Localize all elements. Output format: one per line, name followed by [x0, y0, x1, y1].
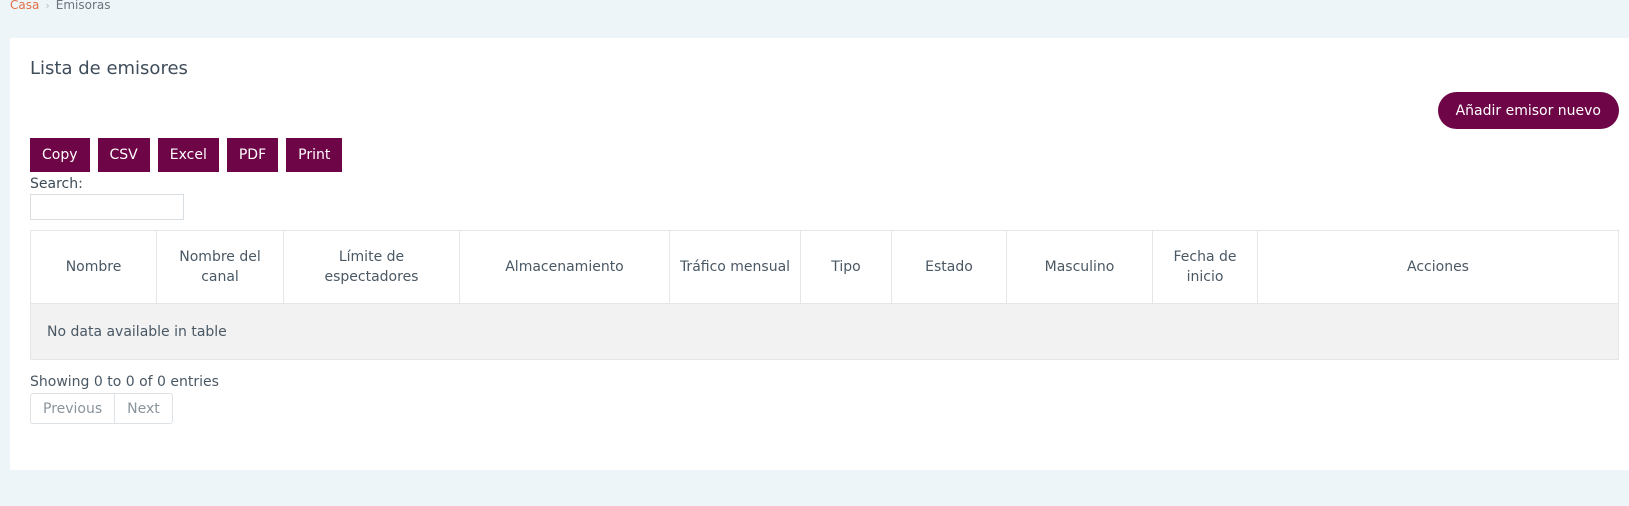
column-header-masculino[interactable]: Masculino [1006, 230, 1153, 304]
empty-table-message: No data available in table [30, 303, 1619, 360]
csv-button[interactable]: CSV [97, 138, 150, 172]
chevron-right-icon: › [45, 0, 50, 12]
emitters-card: Lista de emisores Añadir emisor nuevo Co… [10, 38, 1629, 470]
column-header-limite-de-espectadores[interactable]: Límite de espectadores [283, 230, 460, 304]
entries-info: Showing 0 to 0 of 0 entries [30, 374, 219, 390]
column-header-fecha-de-inicio[interactable]: Fecha de inicio [1152, 230, 1258, 304]
column-header-trafico-mensual[interactable]: Tráfico mensual [669, 230, 801, 304]
table-row: No data available in table [30, 303, 1619, 360]
page-title: Lista de emisores [30, 58, 188, 79]
excel-button[interactable]: Excel [157, 138, 219, 172]
pagination: Previous Next [30, 393, 173, 424]
previous-page-button[interactable]: Previous [31, 394, 114, 423]
search-input[interactable] [30, 194, 184, 220]
print-button[interactable]: Print [286, 138, 343, 172]
column-header-almacenamiento[interactable]: Almacenamiento [459, 230, 670, 304]
column-header-estado[interactable]: Estado [891, 230, 1007, 304]
search-label: Search: [30, 176, 83, 192]
breadcrumb-current: Emisoras [55, 0, 111, 12]
add-emitter-button[interactable]: Añadir emisor nuevo [1437, 92, 1619, 129]
emitters-table: Nombre Nombre del canal Límite de espect… [30, 230, 1619, 360]
column-header-nombre[interactable]: Nombre [30, 230, 157, 304]
column-header-tipo[interactable]: Tipo [800, 230, 892, 304]
breadcrumb-home-link[interactable]: Casa [10, 0, 39, 12]
next-page-button[interactable]: Next [114, 394, 172, 423]
column-header-nombre-del-canal[interactable]: Nombre del canal [156, 230, 284, 304]
export-toolbar: Copy CSV Excel PDF Print [30, 138, 343, 172]
copy-button[interactable]: Copy [30, 138, 90, 172]
breadcrumb: Casa › Emisoras [10, 0, 111, 13]
column-header-acciones[interactable]: Acciones [1257, 230, 1619, 304]
pdf-button[interactable]: PDF [226, 138, 279, 172]
table-header-row: Nombre Nombre del canal Límite de espect… [30, 230, 1619, 304]
